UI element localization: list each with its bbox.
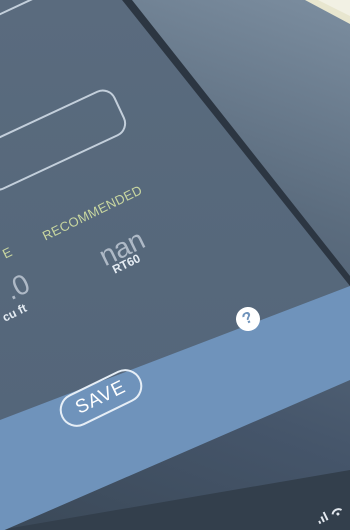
help-icon: ? — [239, 308, 256, 329]
